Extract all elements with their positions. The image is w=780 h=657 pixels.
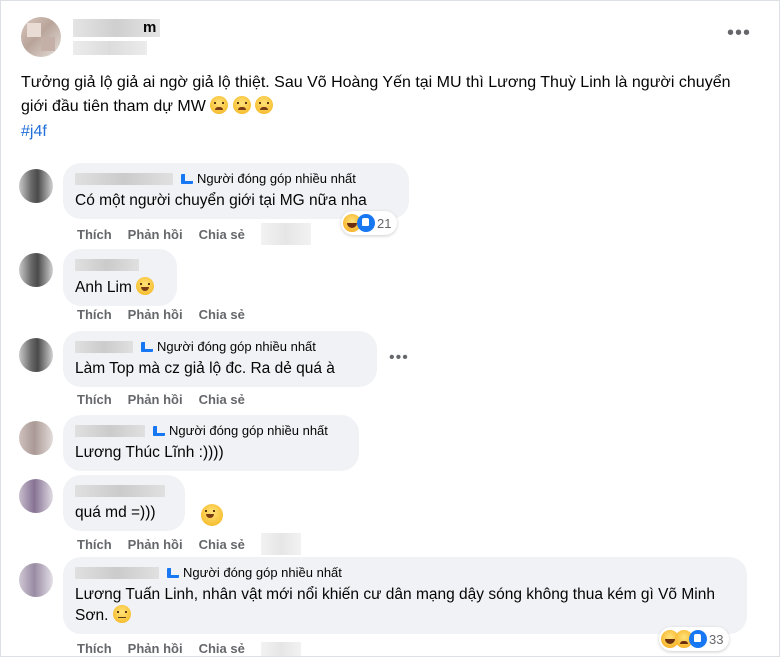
comment-avatar[interactable] [19,563,53,597]
comment-actions: Thích Phản hồi Chia sẻ [77,392,245,407]
more-horizontal-icon[interactable]: ••• [727,23,751,43]
share-button[interactable]: Chia sẻ [199,227,245,242]
reply-button[interactable]: Phản hồi [128,537,183,552]
share-button[interactable]: Chia sẻ [199,641,245,656]
share-button[interactable]: Chia sẻ [199,392,245,407]
sad-emoji-icon [210,96,229,114]
comment-actions: Thích Phản hồi Chia sẻ [77,533,301,555]
comment-avatar[interactable] [19,338,53,372]
top-contributor-badge: Người đóng góp nhiều nhất [153,423,328,439]
post-author-name[interactable]: m [73,19,161,37]
comment-text: Anh Lim [75,277,165,298]
sad-emoji-icon [112,605,131,623]
comment-avatar[interactable] [19,253,53,287]
comment-actions: Thích Phản hồi Chia sẻ [77,641,301,656]
comment-time-blurred [260,533,301,555]
commenter-name-blurred[interactable] [75,485,165,497]
reply-button[interactable]: Phản hồi [128,392,183,407]
comment-bubble: Người đóng góp nhiều nhất Lương Tuấn Lin… [63,557,747,634]
top-contributor-badge: Người đóng góp nhiều nhất [141,339,316,355]
post-hashtag-link[interactable]: #j4f [21,123,47,141]
comment-actions: Thích Phản hồi Chia sẻ [77,307,245,322]
post-card: m ••• Tưởng giả lộ giả ai ngờ giả lộ thi… [0,0,780,657]
like-button[interactable]: Thích [77,392,112,407]
comment-more-icon[interactable]: ••• [389,349,409,367]
post-body-text: Tưởng giả lộ giả ai ngờ giả lộ thiệt. Sa… [21,74,731,115]
share-button[interactable]: Chia sẻ [199,307,245,322]
comment-bubble: Người đóng góp nhiều nhất Lương Thúc Lĩn… [63,415,359,471]
commenter-name-blurred[interactable] [75,425,145,437]
comment-reactions[interactable]: 21 [341,211,398,235]
comment-time-blurred [260,223,311,245]
top-fan-badge-icon [153,426,165,436]
comment-text: Lương Thúc Lĩnh :)))) [75,444,224,461]
comment-bubble: Người đóng góp nhiều nhất Làm Top mà cz … [63,331,377,387]
commenter-name-blurred[interactable] [75,341,133,353]
top-fan-badge-icon [167,568,179,578]
comment-text: Có một người chuyển giới tại MG nữa nha [75,192,367,209]
reaction-count: 21 [377,215,392,231]
top-contributor-badge: Người đóng góp nhiều nhất [167,565,342,581]
commenter-name-blurred[interactable] [75,567,159,579]
sad-emoji-icon [255,96,274,114]
post-author-name-text: m [143,19,157,36]
sad-emoji-icon [232,96,251,114]
top-fan-badge-icon [181,174,193,184]
post-timestamp-blurred [73,41,147,55]
comment-time-blurred [260,641,301,656]
post-author-avatar[interactable] [21,17,61,57]
comment-avatar[interactable] [19,169,53,203]
comment-bubble: quá md =))) [63,475,185,531]
like-button[interactable]: Thích [77,227,112,242]
like-reaction-icon [357,214,375,232]
top-contributor-badge: Người đóng góp nhiều nhất [181,171,356,187]
like-button[interactable]: Thích [77,537,112,552]
reply-button[interactable]: Phản hồi [128,307,183,322]
commenter-name-blurred[interactable] [75,259,139,271]
comment-bubble: Anh Lim [63,249,177,306]
comment-reactions[interactable]: 33 [659,627,730,651]
comment-actions: Thích Phản hồi Chia sẻ [77,223,311,245]
comment-avatar[interactable] [19,479,53,513]
reply-button[interactable]: Phản hồi [128,641,183,656]
comment-text: Lương Tuấn Linh, nhân vật mới nổi khiến … [75,586,715,624]
reply-button[interactable]: Phản hồi [128,227,183,242]
reaction-count: 33 [709,631,724,647]
share-button[interactable]: Chia sẻ [199,537,245,552]
comment-text: Làm Top mà cz giả lộ đc. Ra dẻ quá à [75,360,335,377]
grinning-emoji-icon [136,277,155,295]
like-button[interactable]: Thích [77,641,112,656]
like-reaction-icon [689,630,707,648]
top-fan-badge-icon [141,342,153,352]
comment-avatar[interactable] [19,421,53,455]
post-body: Tưởng giả lộ giả ai ngờ giả lộ thiệt. Sa… [21,71,751,119]
like-button[interactable]: Thích [77,307,112,322]
laughing-emoji-icon [201,504,223,526]
commenter-name-blurred[interactable] [75,173,173,185]
comment-text: quá md =))) [75,504,156,521]
